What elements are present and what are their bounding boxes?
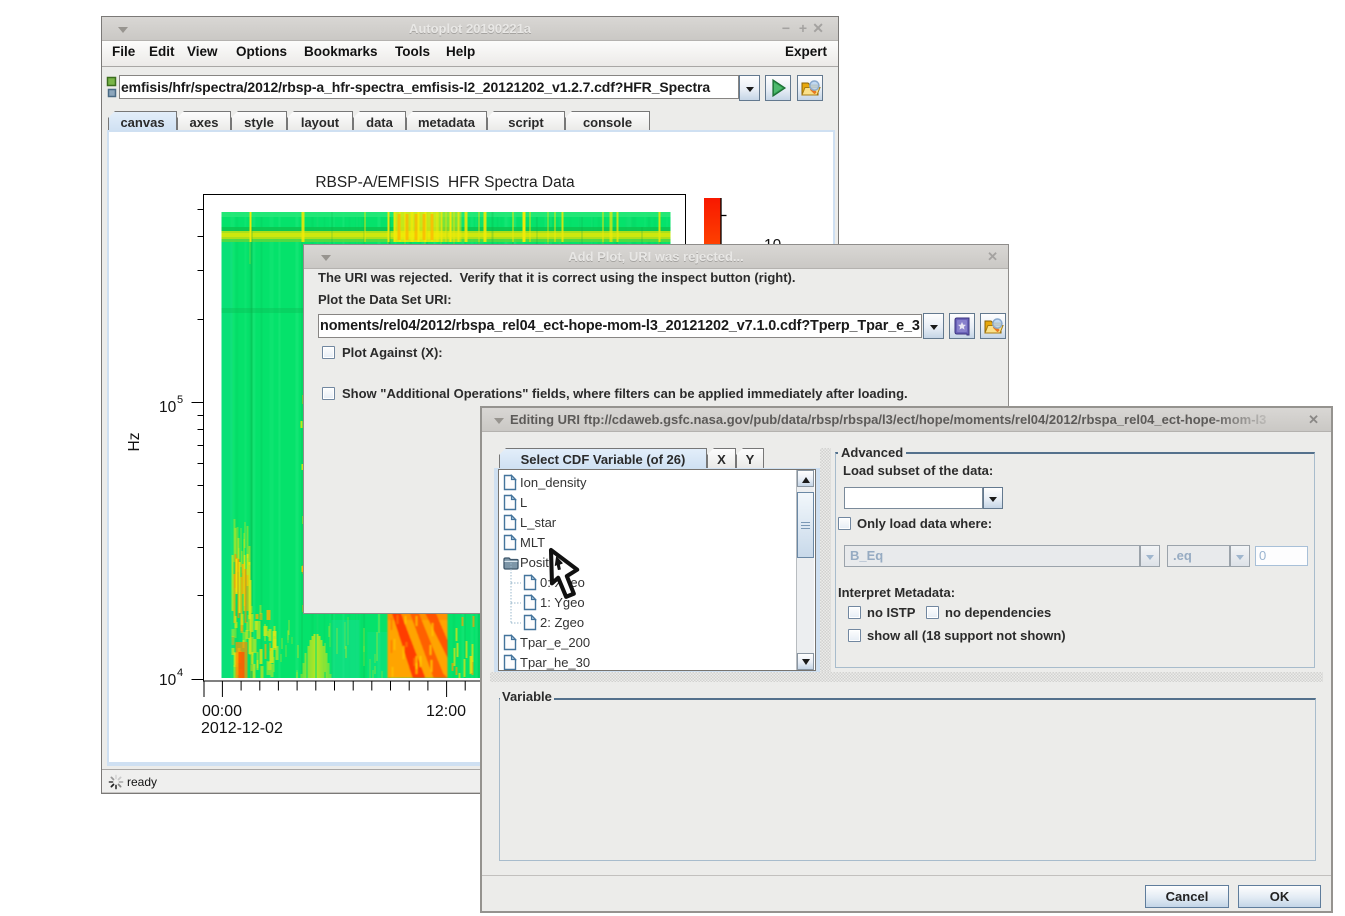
svg-text:10: 10 [159, 672, 177, 689]
svg-text:12:00: 12:00 [426, 703, 466, 720]
svg-text:2012-12-02: 2012-12-02 [201, 720, 283, 737]
svg-text:5: 5 [177, 394, 183, 406]
svg-text:Hz: Hz [126, 433, 143, 452]
svg-text:10: 10 [159, 399, 177, 416]
svg-text:00:00: 00:00 [202, 703, 242, 720]
svg-text:RBSP-A/EMFISIS HFR Spectra Da: RBSP-A/EMFISIS HFR Spectra Data [315, 174, 575, 191]
svg-text:4: 4 [177, 667, 183, 679]
